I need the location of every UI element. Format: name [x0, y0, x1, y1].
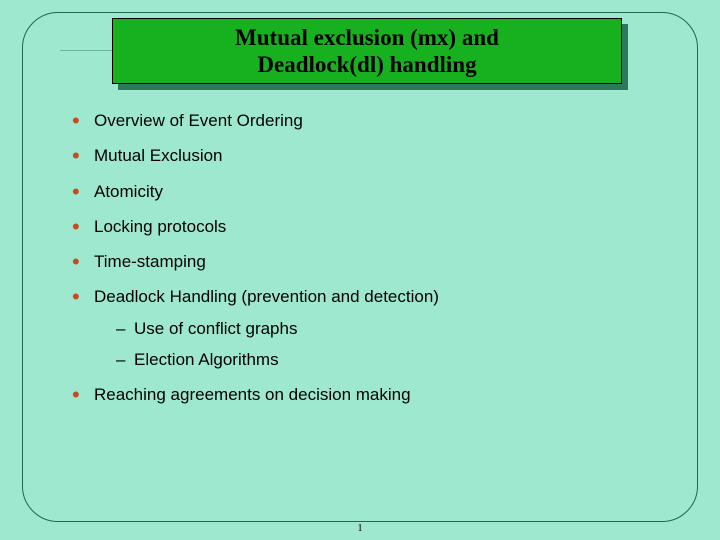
title-box: Mutual exclusion (mx) and Deadlock(dl) h… [112, 18, 622, 84]
list-item: Overview of Event Ordering [70, 110, 660, 131]
sub-list-item: Election Algorithms [94, 349, 660, 370]
content-area: Overview of Event Ordering Mutual Exclus… [70, 110, 660, 419]
list-item: Time-stamping [70, 251, 660, 272]
list-item: Reaching agreements on decision making [70, 384, 660, 405]
list-item-text: Overview of Event Ordering [94, 111, 303, 130]
page-number: 1 [0, 522, 720, 534]
title-line-2: Deadlock(dl) handling [257, 52, 476, 77]
list-item: Locking protocols [70, 216, 660, 237]
slide-title: Mutual exclusion (mx) and Deadlock(dl) h… [235, 24, 499, 78]
list-item-text: Atomicity [94, 182, 163, 201]
list-item-text: Deadlock Handling (prevention and detect… [94, 287, 439, 306]
list-item: Mutual Exclusion [70, 145, 660, 166]
list-item-text: Locking protocols [94, 217, 226, 236]
list-item-text: Reaching agreements on decision making [94, 385, 411, 404]
sub-list-item-text: Election Algorithms [134, 350, 279, 369]
sub-list-item: Use of conflict graphs [94, 318, 660, 339]
sub-list-item-text: Use of conflict graphs [134, 319, 297, 338]
sub-list: Use of conflict graphs Election Algorith… [94, 318, 660, 371]
title-line-1: Mutual exclusion (mx) and [235, 25, 499, 50]
list-item-text: Mutual Exclusion [94, 146, 223, 165]
list-item: Atomicity [70, 181, 660, 202]
bullet-list: Overview of Event Ordering Mutual Exclus… [70, 110, 660, 405]
list-item-text: Time-stamping [94, 252, 206, 271]
list-item: Deadlock Handling (prevention and detect… [70, 286, 660, 370]
